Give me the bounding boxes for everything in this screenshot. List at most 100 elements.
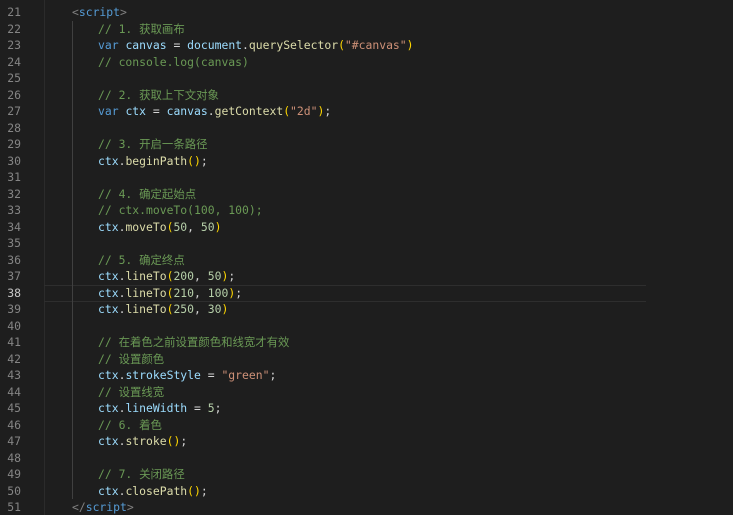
line-number: 35 xyxy=(7,236,21,250)
code-token: 200 xyxy=(173,269,195,283)
code-line[interactable]: 51 </script> xyxy=(0,499,733,515)
code-token: , xyxy=(187,219,201,234)
code-line[interactable]: 44 // 设置线宽 xyxy=(0,383,733,401)
code-token: strokeStyle xyxy=(125,368,201,382)
code-line[interactable]: 32 // 4. 确定起始点 xyxy=(0,185,733,202)
indent-guide xyxy=(72,350,73,367)
code-editor[interactable]: 21 <script> 22// 1. 获取画布 23 var canvas = doc… xyxy=(0,0,733,515)
code-line[interactable]: 34 ctx.moveTo(50, 50) xyxy=(0,218,733,236)
code-line[interactable]: 23 var canvas = document.querySelector("#… xyxy=(0,37,733,54)
code-text: ctx.beginPath(); xyxy=(98,153,208,170)
code-token: ; xyxy=(200,153,208,168)
line-number: 22 xyxy=(7,21,21,36)
code-token: , xyxy=(194,269,208,283)
line-number: 51 xyxy=(7,500,21,514)
code-token: 100 xyxy=(207,285,229,300)
code-token: 250 xyxy=(173,302,195,316)
code-token: 50 xyxy=(200,219,215,234)
code-text: // ctx.moveTo(100, 100); xyxy=(98,202,263,219)
code-token: ; xyxy=(214,401,222,415)
line-number: 21 xyxy=(7,5,21,19)
code-token: 5 xyxy=(207,401,215,415)
indent-guide xyxy=(72,251,73,268)
indent-guide xyxy=(72,400,73,417)
indent-guide xyxy=(72,383,73,400)
code-line[interactable]: 49 // 7. 关闭路径 xyxy=(0,466,733,483)
code-line[interactable]: 28 xyxy=(0,119,733,136)
line-number: 32 xyxy=(7,186,21,201)
indent-guide xyxy=(72,86,73,103)
code-line[interactable]: 50 ctx.closePath(); xyxy=(0,482,733,500)
code-line[interactable]: 36 // 5. 确定终点 xyxy=(0,251,733,268)
code-line[interactable]: 39 ctx.lineTo(250, 30) xyxy=(0,301,733,318)
code-text: // console.log(canvas) xyxy=(98,54,249,71)
code-line[interactable]: 45 ctx.lineWidth = 5; xyxy=(0,400,733,417)
code-line[interactable]: 33 // ctx.moveTo(100, 100); xyxy=(0,202,733,219)
code-token: ; xyxy=(269,368,277,382)
code-line[interactable]: 43 ctx.strokeStyle = "green"; xyxy=(0,367,733,384)
code-line[interactable]: 22 // 1. 获取画布 xyxy=(0,20,733,37)
indent-guide xyxy=(72,317,73,334)
code-token: "#canvas" xyxy=(344,38,407,52)
code-line[interactable]: 37 ctx.lineTo(200, 50); xyxy=(0,268,733,285)
code-line[interactable]: 24 // console.log(canvas) xyxy=(0,53,733,71)
code-text: <script> xyxy=(72,4,127,21)
code-token: = xyxy=(187,401,208,415)
code-token: ctx xyxy=(98,434,119,448)
code-token: // 设置颜色 xyxy=(98,351,165,366)
code-token: ctx xyxy=(98,219,119,234)
code-token: // 3. 开启一条路径 xyxy=(98,137,208,151)
indent-guide xyxy=(72,268,73,285)
indent-guide xyxy=(72,70,73,87)
code-token: canvas xyxy=(166,104,208,118)
line-number: 39 xyxy=(7,302,21,316)
code-text: ctx.moveTo(50, 50) xyxy=(98,219,221,236)
indent-guide xyxy=(72,202,73,219)
code-token: querySelector xyxy=(248,38,339,52)
code-token: > xyxy=(120,5,127,19)
code-text: // 3. 开启一条路径 xyxy=(98,136,208,153)
code-line[interactable]: 35 xyxy=(0,235,733,252)
code-line[interactable]: 38 ctx.lineTo(210, 100); xyxy=(0,284,733,302)
code-token: 50 xyxy=(207,269,222,283)
indent-guide xyxy=(72,284,73,301)
code-line[interactable]: 29 // 3. 开启一条路径 xyxy=(0,136,733,153)
indent-guide xyxy=(72,136,73,153)
line-number: 48 xyxy=(7,450,21,465)
code-token: // console.log(canvas) xyxy=(98,54,249,69)
code-token: = xyxy=(200,368,222,382)
line-number: 24 xyxy=(7,54,21,69)
code-line[interactable]: 27 var ctx = canvas.getContext("2d"); xyxy=(0,103,733,120)
line-number: 38 xyxy=(7,285,21,300)
code-token: ctx xyxy=(98,285,119,300)
code-line[interactable]: 48 xyxy=(0,449,733,466)
code-line[interactable]: 47 ctx.stroke(); xyxy=(0,433,733,450)
code-token: = xyxy=(166,38,188,52)
code-token: () xyxy=(166,434,181,448)
line-number: 27 xyxy=(7,104,21,118)
code-token: lineTo xyxy=(125,269,167,283)
line-number: 40 xyxy=(7,318,21,333)
indent-guide xyxy=(72,218,73,235)
code-text: ctx.lineTo(210, 100); xyxy=(98,285,242,302)
code-text: ctx.closePath(); xyxy=(98,483,208,500)
code-token: beginPath xyxy=(125,153,188,168)
code-line[interactable]: 42 // 设置颜色 xyxy=(0,350,733,367)
line-number: 42 xyxy=(7,351,21,366)
code-text: ctx.lineWidth = 5; xyxy=(98,400,221,417)
code-token: > xyxy=(126,500,134,514)
code-line[interactable]: 46 // 6. 着色 xyxy=(0,416,733,433)
code-line[interactable]: 41 // 在着色之前设置颜色和线宽才有效 xyxy=(0,334,733,351)
code-token: // 在着色之前设置颜色和线宽才有效 xyxy=(98,335,290,349)
line-number: 43 xyxy=(7,368,21,382)
code-line[interactable]: 26 // 2. 获取上下文对象 xyxy=(0,86,733,103)
code-line[interactable]: 31 xyxy=(0,169,733,186)
code-line[interactable]: 30 ctx.beginPath(); xyxy=(0,152,733,170)
line-number: 31 xyxy=(7,170,21,184)
code-text: // 设置线宽 xyxy=(98,384,164,401)
code-token: . xyxy=(207,104,215,118)
code-line[interactable]: 21 <script> xyxy=(0,4,733,21)
code-line[interactable]: 25 xyxy=(0,70,733,87)
code-line[interactable]: 40 xyxy=(0,317,733,334)
code-token: () xyxy=(187,153,201,168)
